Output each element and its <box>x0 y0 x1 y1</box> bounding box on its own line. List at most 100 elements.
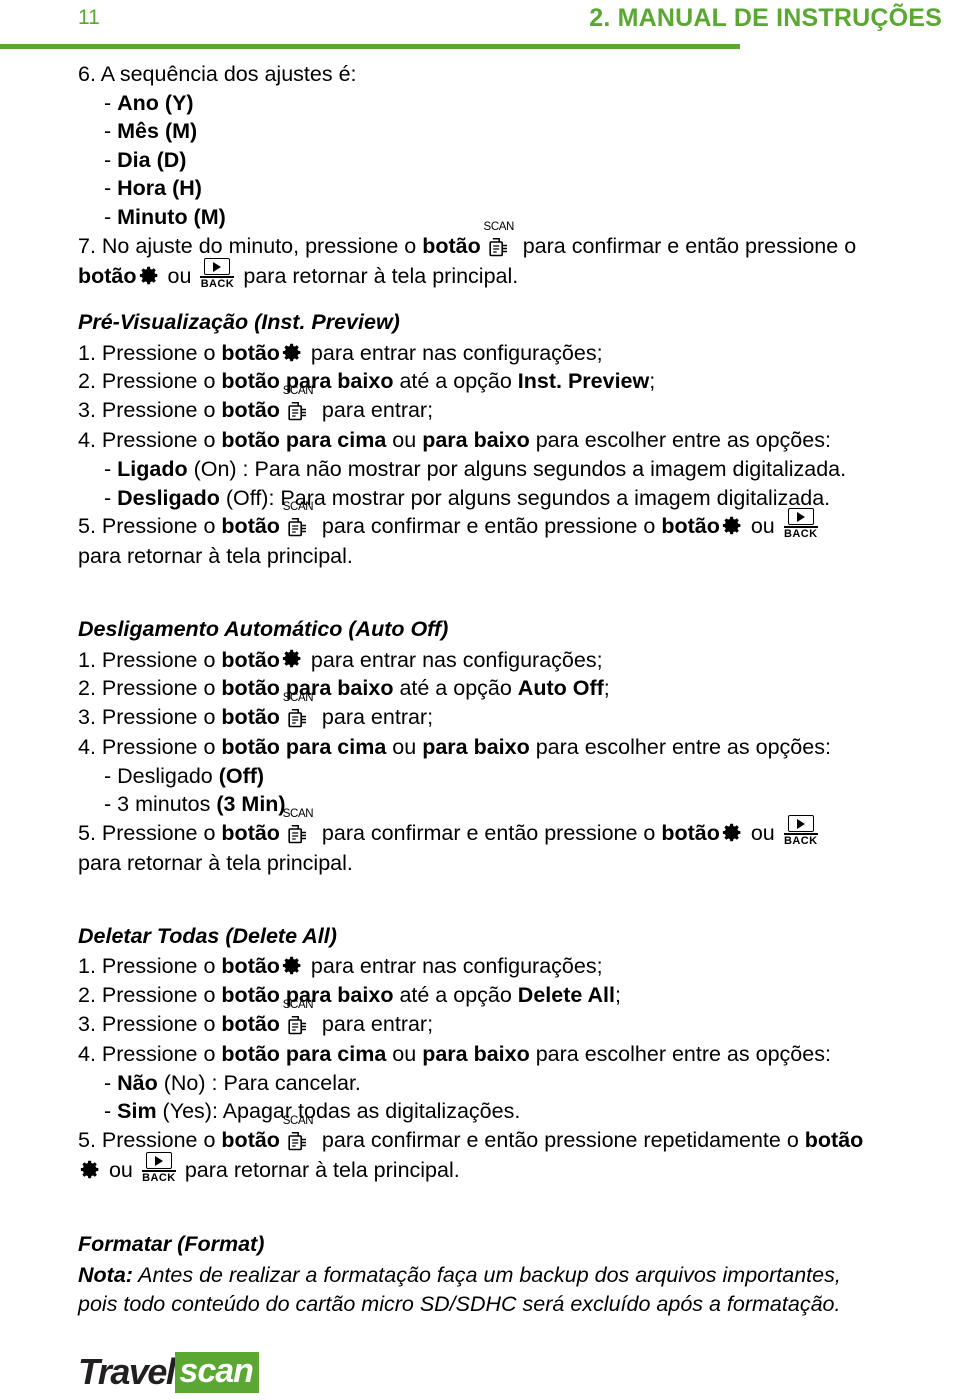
step-text-3: ; <box>614 983 621 1008</box>
step-number: 4. <box>78 1041 96 1066</box>
section-deleteall-step-1: 1. Pressione o botão para entrar nas con… <box>78 952 946 981</box>
step-text-2: ou <box>386 735 423 760</box>
scan-icon-label: SCAN <box>282 1115 314 1128</box>
section-preview-step-1: 1. Pressione o botão para entrar nas con… <box>78 339 946 368</box>
back-icon: BACK <box>783 508 819 544</box>
dash: - <box>104 1099 118 1124</box>
item-6-option: - Hora (H) <box>78 174 946 203</box>
option-label: (3 Min) <box>216 792 286 817</box>
section-autooff-step-2: 2. Pressione o botão para baixo até a op… <box>78 674 946 703</box>
step-text: Pressione o <box>95 983 222 1008</box>
section-deleteall-step-4: 4. Pressione o botão para cima ou para b… <box>78 1040 946 1069</box>
step-text-2: até a opção <box>393 983 518 1008</box>
step-text: Pressione o <box>95 820 222 845</box>
back-icon: BACK <box>783 815 819 851</box>
step-botao: botão <box>221 1011 280 1036</box>
item-7-text-3: para retornar à tela principal. <box>237 263 519 288</box>
back-icon: BACK <box>141 1152 177 1188</box>
scan-icon-glyph <box>288 516 308 545</box>
header-divider <box>0 44 740 49</box>
section-preview-step-4: 4. Pressione o botão para cima ou para b… <box>78 426 946 455</box>
item-6-option: - Mês (M) <box>78 117 946 146</box>
step-text: Pressione o <box>95 340 222 365</box>
page-title: 2. MANUAL DE INSTRUÇÕES <box>589 4 942 32</box>
back-icon-triangle <box>796 818 805 829</box>
step-text: Pressione o <box>95 1041 222 1066</box>
step-text-2: para entrar nas configurações; <box>304 647 603 672</box>
dash: - <box>104 204 118 229</box>
option-desc: 3 minutos <box>117 792 217 817</box>
step-option: para baixo <box>422 735 530 760</box>
step-number: 2. <box>78 676 96 701</box>
back-icon-triangle <box>154 1155 163 1166</box>
footer-logo: Travel scan <box>78 1351 259 1393</box>
step-text-3: ; <box>603 676 610 701</box>
section-autooff-step-3: 3. Pressione o botão SCAN para entrar; <box>78 693 946 736</box>
step-text-2: para entrar; <box>315 1011 434 1036</box>
note-text-2: pois todo conteúdo do cartão micro SD/SD… <box>78 1291 841 1316</box>
back-icon-label: BACK <box>784 835 818 848</box>
scan-icon: SCAN <box>281 999 315 1041</box>
section-deleteall-step-2: 2. Pressione o botão para baixo até a op… <box>78 981 946 1010</box>
step-number: 5. <box>78 820 96 845</box>
section-deleteall-step-5: 5. Pressione o botão SCAN para confirmar … <box>78 1116 946 1159</box>
item-7-ou: ou <box>161 263 198 288</box>
gear-icon <box>722 822 743 843</box>
gear-icon <box>722 515 743 536</box>
step-text: Pressione o <box>95 398 222 422</box>
step-option: para baixo <box>422 428 530 453</box>
scan-icon-glyph <box>288 823 308 852</box>
step-number: 2. <box>78 983 96 1008</box>
step-text-2: para confirmar e então pressione o <box>315 820 662 845</box>
scan-icon: SCAN <box>281 1116 315 1159</box>
scan-icon-label: SCAN <box>282 385 314 398</box>
gear-icon <box>139 265 160 286</box>
gear-icon <box>282 955 303 976</box>
step-number: 4. <box>78 735 96 760</box>
scan-icon-label: SCAN <box>483 220 515 233</box>
scan-icon-label: SCAN <box>282 998 314 1011</box>
back-icon-box <box>145 1152 172 1170</box>
step-text-2: ou <box>386 428 423 453</box>
back-icon-label: BACK <box>200 278 235 291</box>
step-number: 1. <box>78 340 96 365</box>
scan-icon-glyph <box>288 707 308 736</box>
section-autooff-step-5: 5. Pressione o botão SCAN para confirmar … <box>78 809 946 852</box>
step-botao: botão <box>221 514 280 539</box>
dash: - <box>104 147 118 172</box>
step-option: Inst. Preview <box>517 369 650 394</box>
item-6-option: - Ano (Y) <box>78 89 946 118</box>
dash: - <box>104 456 118 481</box>
step-number: 4. <box>78 428 96 453</box>
step-ou: ou <box>103 1158 139 1183</box>
step-text-2: ou <box>386 1041 423 1066</box>
gear-icon <box>282 648 303 669</box>
step-text: Pressione o <box>95 1011 222 1036</box>
option-desc: Desligado <box>117 763 219 788</box>
section-title-format: Formatar (Format) <box>78 1232 265 1257</box>
section-preview-step-5: 5. Pressione o botão SCAN para confirmar … <box>78 502 946 545</box>
step-number: 5. <box>78 1127 96 1152</box>
option-desc: (On) : Para não mostrar por alguns segun… <box>187 456 847 481</box>
note-text: Antes de realizar a formatação faça um b… <box>132 1262 841 1287</box>
step-text-2: para confirmar e então pressione o <box>315 514 662 539</box>
scan-icon-glyph <box>288 1130 308 1159</box>
step-text-3: ; <box>649 369 656 394</box>
section-title-autooff: Desligamento Automático (Auto Off) <box>78 617 449 642</box>
step-number: 1. <box>78 647 96 672</box>
section-deleteall-option-yes: - Sim (Yes): Apagar todas as digitalizaç… <box>78 1097 946 1126</box>
section-autooff-step-5-cont: para retornar à tela principal. <box>78 849 946 878</box>
back-icon-box <box>787 508 814 526</box>
section-preview-step-5-cont: para retornar à tela principal. <box>78 542 946 571</box>
step-ou: ou <box>744 820 781 845</box>
section-deleteall-step-3: 3. Pressione o botão SCAN para entrar; <box>78 999 946 1041</box>
step-number: 1. <box>78 954 96 979</box>
item-6-intro: 6. A sequência dos ajustes é: <box>78 60 946 89</box>
step-text: Pressione o <box>95 1127 222 1152</box>
item-6-option: - Dia (D) <box>78 146 946 175</box>
step-botao: botão <box>221 398 280 422</box>
step-text: Pressione o <box>95 647 222 672</box>
option-label: Sim <box>117 1099 157 1124</box>
